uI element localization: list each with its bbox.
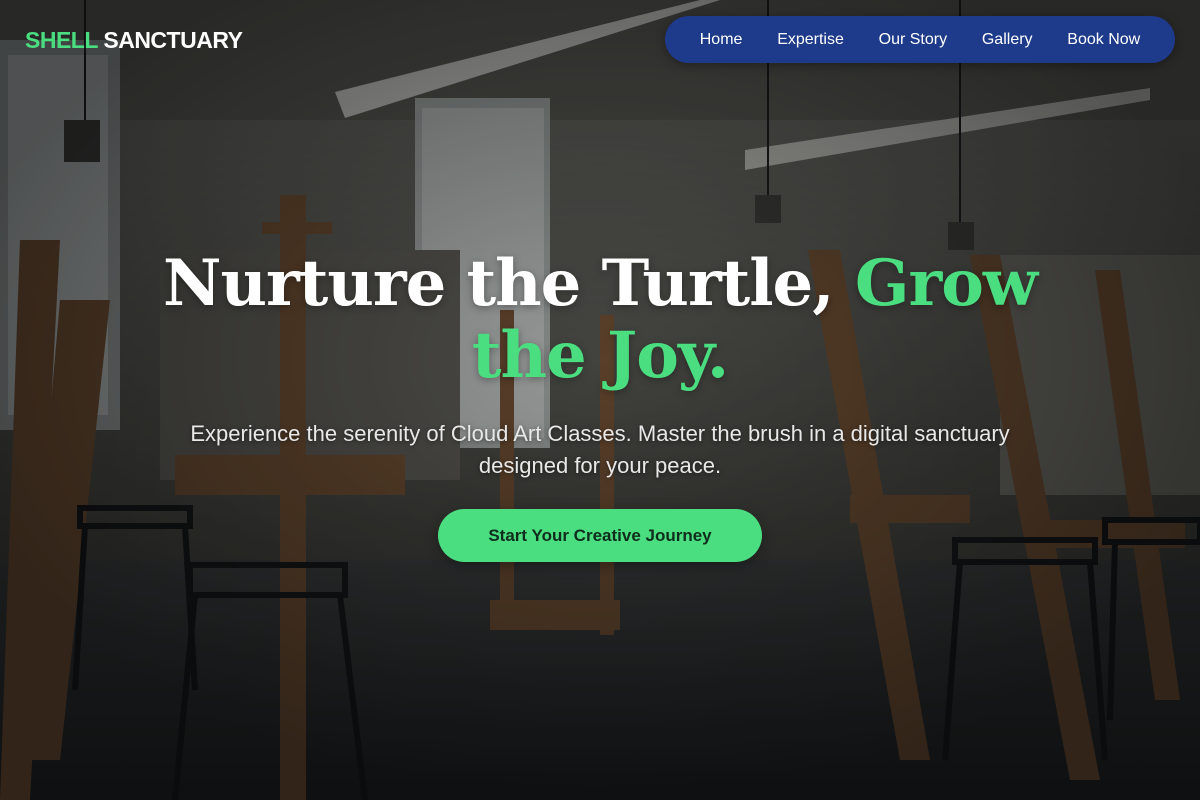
main-nav: Home Expertise Our Story Gallery Book No… bbox=[665, 16, 1175, 63]
brand-logo[interactable]: SHELL SANCTUARY bbox=[25, 27, 243, 54]
brand-name-rest: SANCTUARY bbox=[103, 27, 243, 53]
nav-item-book-now[interactable]: Book Now bbox=[1067, 31, 1140, 49]
hero-section: SHELL SANCTUARY Home Expertise Our Story… bbox=[0, 0, 1200, 800]
brand-name-accent: SHELL bbox=[25, 27, 98, 53]
nav-item-expertise[interactable]: Expertise bbox=[777, 31, 844, 49]
headline-white-part: Nurture the Turtle, bbox=[163, 246, 855, 321]
hero-subtitle: Experience the serenity of Cloud Art Cla… bbox=[190, 421, 1010, 478]
hero-overlay bbox=[0, 0, 1200, 800]
nav-item-our-story[interactable]: Our Story bbox=[879, 31, 947, 49]
hero-headline: Nurture the Turtle, Grow the Joy. bbox=[100, 248, 1100, 392]
nav-item-gallery[interactable]: Gallery bbox=[982, 31, 1033, 49]
start-journey-button[interactable]: Start Your Creative Journey bbox=[438, 509, 762, 562]
nav-item-home[interactable]: Home bbox=[700, 31, 743, 49]
